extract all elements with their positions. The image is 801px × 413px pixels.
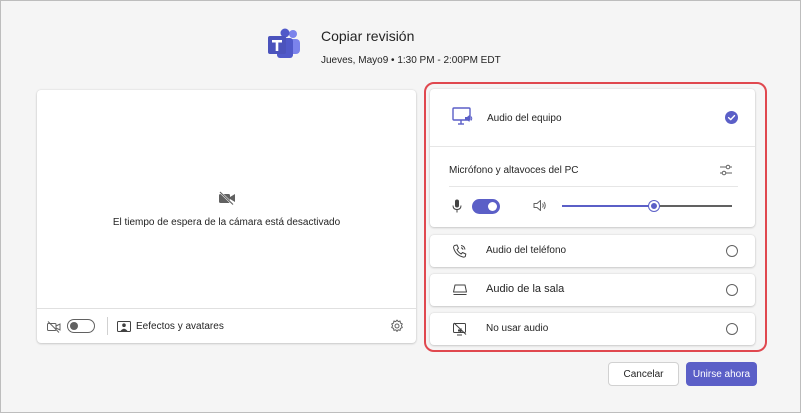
divider: [449, 186, 738, 187]
phone-audio-label: Audio del teléfono: [486, 245, 567, 256]
computer-audio-card[interactable]: Audio del equipo Micrófono y altavoces d…: [430, 89, 755, 227]
toggle-knob: [70, 322, 78, 330]
computer-audio-label: Audio del equipo: [487, 113, 562, 124]
meeting-title: Copiar revisión: [321, 28, 415, 44]
gear-icon[interactable]: [390, 319, 404, 333]
pc-mic-speakers-label: Micrófono y altavoces del PC: [449, 165, 579, 176]
phone-icon: [453, 244, 467, 258]
effects-avatars-button[interactable]: Eefectos y avatares: [136, 321, 224, 332]
room-audio-label: Audio de la sala: [486, 283, 565, 295]
effects-icon: [117, 321, 131, 332]
no-audio-radio[interactable]: [726, 323, 738, 335]
camera-toggle[interactable]: [67, 319, 95, 333]
camera-off-message: El tiempo de espera de la cámara está de…: [112, 216, 341, 228]
video-controls-bar: Eefectos y avatares: [37, 308, 416, 343]
camera-off-icon: [47, 321, 61, 333]
no-audio-option[interactable]: No usar audio: [430, 313, 755, 345]
divider: [107, 317, 108, 335]
device-settings-icon[interactable]: [719, 163, 733, 177]
room-audio-radio[interactable]: [726, 284, 738, 296]
computer-audio-option[interactable]: Audio del equipo: [430, 89, 755, 147]
camera-off-icon: [218, 190, 235, 205]
phone-audio-radio[interactable]: [726, 245, 738, 257]
checkmark-selected-icon: [725, 111, 738, 124]
no-audio-icon: [453, 322, 467, 336]
speaker-volume-slider[interactable]: [562, 201, 732, 211]
teams-logo-icon: [268, 28, 300, 58]
video-preview-panel: El tiempo de espera de la cámara está de…: [37, 90, 416, 343]
phone-audio-option[interactable]: Audio del teléfono: [430, 235, 755, 267]
toggle-knob: [488, 202, 497, 211]
room-icon: [453, 284, 467, 295]
video-preview: El tiempo de espera de la cámara está de…: [37, 90, 416, 308]
join-now-button[interactable]: Unirse ahora: [686, 362, 757, 386]
room-audio-option[interactable]: Audio de la sala: [430, 274, 755, 306]
meeting-time: Jueves, Mayo9 • 1:30 PM - 2:00PM EDT: [321, 55, 501, 66]
no-audio-label: No usar audio: [486, 323, 549, 334]
microphone-toggle[interactable]: [472, 199, 500, 214]
volume-fill: [562, 205, 654, 207]
microphone-icon: [452, 199, 462, 213]
volume-slider-thumb[interactable]: [648, 201, 659, 211]
cancel-button[interactable]: Cancelar: [608, 362, 679, 386]
speaker-icon: [533, 200, 546, 211]
computer-audio-icon: [452, 107, 473, 125]
